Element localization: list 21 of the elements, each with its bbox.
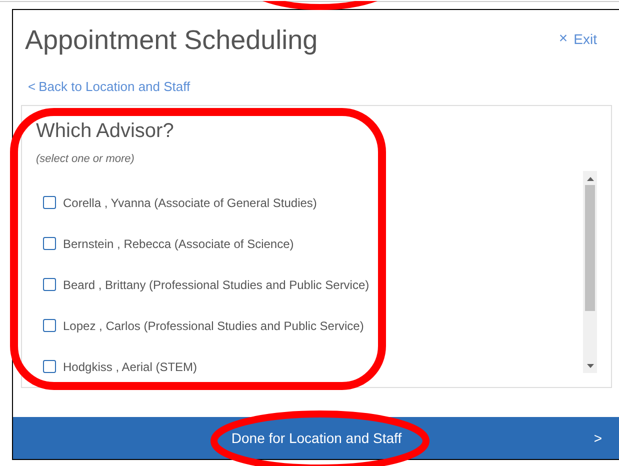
scrollbar[interactable] xyxy=(583,171,597,373)
scroll-up-icon[interactable] xyxy=(586,177,594,181)
chevron-left-icon: < xyxy=(28,77,36,96)
checkbox[interactable] xyxy=(43,278,56,291)
scrollbar-thumb[interactable] xyxy=(585,185,595,311)
advisor-option[interactable]: Corella , Yvanna (Associate of General Studies) xyxy=(63,194,317,212)
checkbox[interactable] xyxy=(43,319,56,332)
advisor-option[interactable]: Bernstein , Rebecca (Associate of Science) xyxy=(63,234,294,252)
chevron-right-icon: > xyxy=(594,428,602,448)
hint-text: (select one or more) xyxy=(36,152,136,166)
close-icon: × xyxy=(558,28,568,50)
dialog-title: Appointment Scheduling xyxy=(25,24,318,57)
advisor-option[interactable]: Hodgkiss , Aerial (STEM) xyxy=(63,358,198,376)
advisor-option[interactable]: Lopez , Carlos (Professional Studies and Public Service) xyxy=(63,316,364,334)
section-heading: Which Advisor? xyxy=(36,118,175,144)
done-button[interactable]: Done for Location and Staff > xyxy=(13,417,619,459)
checkbox[interactable] xyxy=(43,360,56,373)
checkbox[interactable] xyxy=(43,237,56,250)
checkbox[interactable] xyxy=(43,196,56,209)
scroll-down-icon[interactable] xyxy=(586,364,594,368)
advisor-option[interactable]: Beard , Brittany (Professional Studies and Public Service) xyxy=(63,276,370,294)
